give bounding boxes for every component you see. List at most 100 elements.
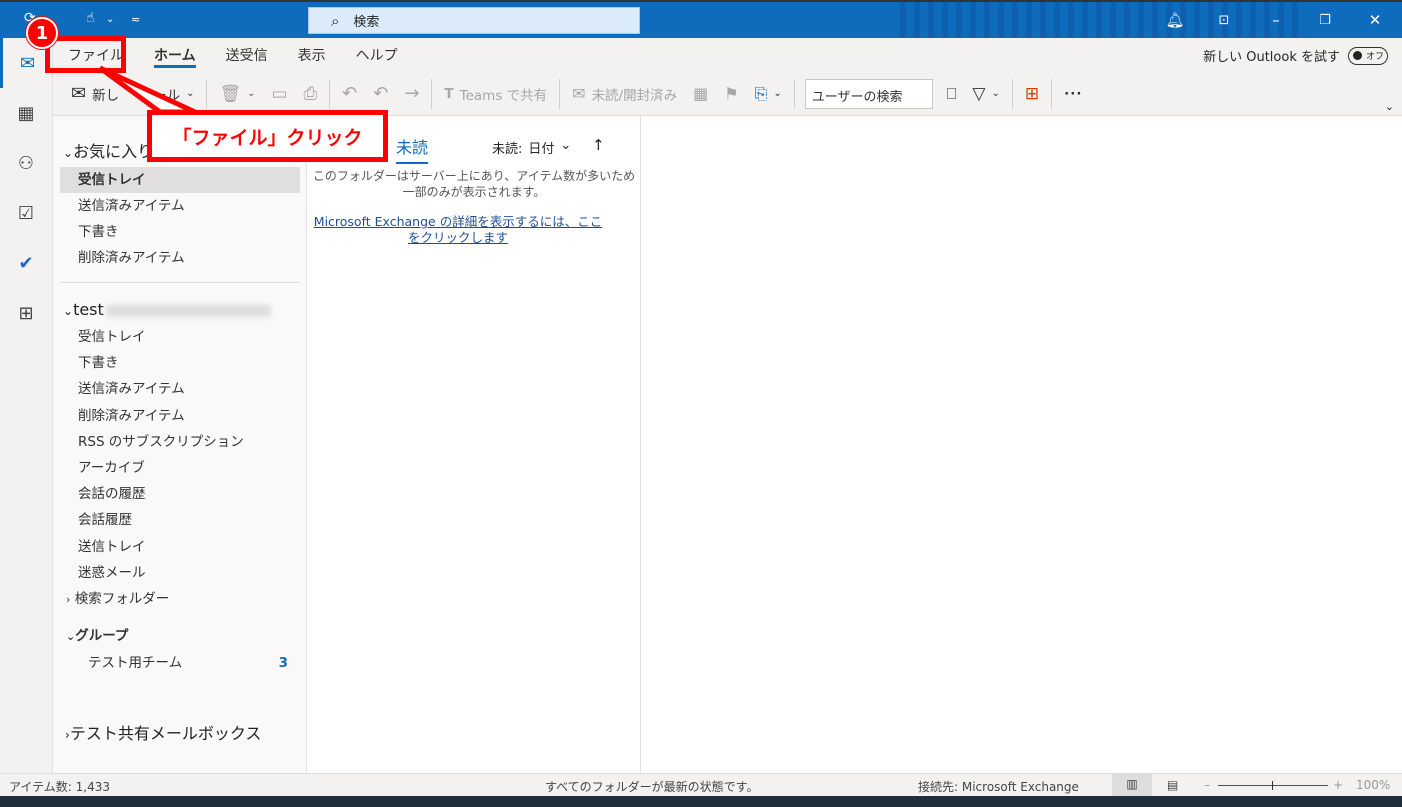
folder-item[interactable]: 会話履歴 xyxy=(60,507,300,533)
chevron-down-icon: ⌄ xyxy=(991,88,1000,99)
chevron-right-icon: › xyxy=(66,593,71,606)
user-search-input[interactable]: ユーザーの検索 xyxy=(804,78,933,109)
groups-header-label: グループ xyxy=(75,628,129,644)
forward-icon: → xyxy=(404,83,420,104)
todo-icon[interactable]: ✔ xyxy=(0,238,52,288)
link-line: をクリックします xyxy=(407,230,508,245)
teams-share-button[interactable]: T Teams で共有 xyxy=(436,78,555,110)
divider xyxy=(60,282,300,283)
minimize-icon[interactable]: – xyxy=(1256,6,1296,34)
folder-deleted-favorite[interactable]: 削除済みアイテム xyxy=(60,245,300,271)
sort-control[interactable]: 未読: 日付 ⌄ xyxy=(492,138,571,157)
message-list: 未読 未読: 日付 ⌄ ↑ このフォルダーはサーバー上にあり、アイテム数が多いため … xyxy=(307,116,641,773)
normal-view-icon[interactable]: ▥ xyxy=(1112,774,1152,796)
zoom-out-icon[interactable]: – xyxy=(1204,778,1210,792)
reading-pane xyxy=(642,116,1400,773)
toggle-state: オフ xyxy=(1366,52,1385,62)
account-name: test xyxy=(73,300,104,319)
chevron-down-icon: ⌄ xyxy=(560,138,572,153)
try-new-outlook-label: 新しい Outlook を試す xyxy=(1203,50,1340,65)
address-book-icon: ⎕ xyxy=(946,83,957,103)
connection-status: 接続先: Microsoft Exchange xyxy=(918,780,1079,794)
chevron-down-icon: ⌄ xyxy=(63,304,74,318)
close-icon[interactable]: ✕ xyxy=(1355,6,1395,34)
zoom-slider[interactable] xyxy=(1218,785,1328,786)
folder-sent-favorite[interactable]: 送信済みアイテム xyxy=(60,193,300,219)
tab-unread[interactable]: 未読 xyxy=(396,134,429,164)
envelope-open-icon: ✉ xyxy=(572,84,586,103)
add-ins-icon: ⊞ xyxy=(1024,83,1040,104)
folder-search-folders[interactable]: › 検索フォルダー xyxy=(60,586,300,612)
restore-icon[interactable]: ❐ xyxy=(1305,6,1345,34)
divider xyxy=(793,78,795,109)
tasks-icon[interactable]: ☑ xyxy=(0,188,52,238)
categorize-icon: ▦ xyxy=(693,84,709,103)
read-unread-label: 未読/開封済み xyxy=(591,87,678,104)
reading-view-icon[interactable]: ▤ xyxy=(1167,778,1178,792)
expand-ribbon-icon[interactable]: ⌄ xyxy=(1385,100,1394,113)
sort-value: 日付 xyxy=(528,142,555,157)
zoom-in-icon[interactable]: + xyxy=(1333,778,1343,792)
link-line: Microsoft Exchange の詳細を表示するには、ここ xyxy=(313,214,603,229)
folder-item[interactable]: アーカイブ xyxy=(60,455,300,481)
item-count: アイテム数: 1,433 xyxy=(9,780,111,794)
filter-button[interactable]: ▽ ⌄ xyxy=(964,78,1007,110)
divider xyxy=(1011,78,1013,109)
shared-mailbox-header[interactable]: ›テスト共有メールボックス xyxy=(65,720,261,744)
group-item[interactable]: テスト用チーム 3 xyxy=(60,650,300,676)
chevron-down-icon: ⌄ xyxy=(66,630,76,643)
group-label: テスト用チーム xyxy=(88,655,183,671)
folder-item[interactable]: 送信トレイ xyxy=(60,534,300,560)
add-ins-button[interactable]: ⊞ xyxy=(1017,78,1047,110)
server-notice: このフォルダーはサーバー上にあり、アイテム数が多いため 一部のみが表示されます。 xyxy=(307,168,641,200)
zoom-slider-thumb[interactable] xyxy=(1272,781,1273,790)
folder-item[interactable]: 送信済みアイテム xyxy=(60,376,300,402)
search-folders-label: 検索フォルダー xyxy=(74,591,170,607)
folder-pane: ⌄お気に入り 受信トレイ 送信済みアイテム 下書き 削除済みアイテム ⌄test… xyxy=(53,116,307,773)
folder-inbox-favorite[interactable]: 受信トレイ xyxy=(60,167,300,193)
read-unread-button[interactable]: ✉ 未読/開封済み xyxy=(564,78,685,110)
account-header[interactable]: ⌄test xyxy=(63,300,271,319)
exchange-details-link[interactable]: Microsoft Exchange の詳細を表示するには、ここ をクリックしま… xyxy=(307,214,609,246)
folder-drafts-favorite[interactable]: 下書き xyxy=(60,219,300,245)
filter-icon: ▽ xyxy=(972,83,986,104)
divider xyxy=(431,78,433,109)
categorize-button[interactable]: ▦ xyxy=(685,78,716,110)
unread-count: 3 xyxy=(278,655,288,671)
teams-icon: T xyxy=(444,85,454,102)
folder-item[interactable]: 下書き xyxy=(60,350,300,376)
notice-line: 一部のみが表示されます。 xyxy=(402,185,546,199)
status-bar: アイテム数: 1,433 すべてのフォルダーが最新の状態です。 接続先: Mic… xyxy=(0,773,1402,796)
try-new-outlook-toggle[interactable]: オフ xyxy=(1348,46,1388,65)
zoom-level: 100% xyxy=(1356,778,1391,792)
sort-label: 未読: xyxy=(492,142,523,157)
more-icon: ··· xyxy=(1064,85,1083,102)
divider xyxy=(559,78,561,109)
blurred-address xyxy=(105,304,271,317)
rules-button[interactable]: ⎘ ⌄ xyxy=(747,78,790,110)
more-options-button[interactable]: ··· xyxy=(1056,78,1090,110)
shared-mailbox-label: テスト共有メールボックス xyxy=(69,724,262,743)
groups-header[interactable]: ⌄グループ xyxy=(60,623,300,649)
taskbar xyxy=(0,796,1402,807)
flag-button[interactable]: ⚑ xyxy=(716,78,746,110)
try-new-outlook[interactable]: 新しい Outlook を試す オフ xyxy=(1203,46,1388,65)
chevron-down-icon: ⌄ xyxy=(773,88,782,99)
bell-icon[interactable]: 🔔︎ xyxy=(1155,6,1195,34)
annotation-callout: 「ファイル」クリック xyxy=(147,110,388,162)
folder-item[interactable]: 削除済みアイテム xyxy=(60,403,300,429)
sort-direction-button[interactable]: ↑ xyxy=(592,136,605,154)
annotation-step-number: 1 xyxy=(26,17,58,49)
folder-item[interactable]: 会話の履歴 xyxy=(60,481,300,507)
apps-icon[interactable]: ⊞ xyxy=(0,288,52,338)
teams-share-label: Teams で共有 xyxy=(459,87,548,104)
divider xyxy=(1051,78,1053,109)
address-book-button[interactable]: ⎕ xyxy=(939,78,965,110)
folder-item[interactable]: 迷惑メール xyxy=(60,560,300,586)
rules-icon: ⎘ xyxy=(754,83,768,103)
ribbon-display-icon[interactable]: ⊡ xyxy=(1204,6,1244,34)
folder-item[interactable]: 受信トレイ xyxy=(60,324,300,350)
folder-item[interactable]: RSS のサブスクリプション xyxy=(60,429,300,455)
notice-line: このフォルダーはサーバー上にあり、アイテム数が多いため xyxy=(312,169,636,183)
forward-button[interactable]: → xyxy=(396,78,427,110)
